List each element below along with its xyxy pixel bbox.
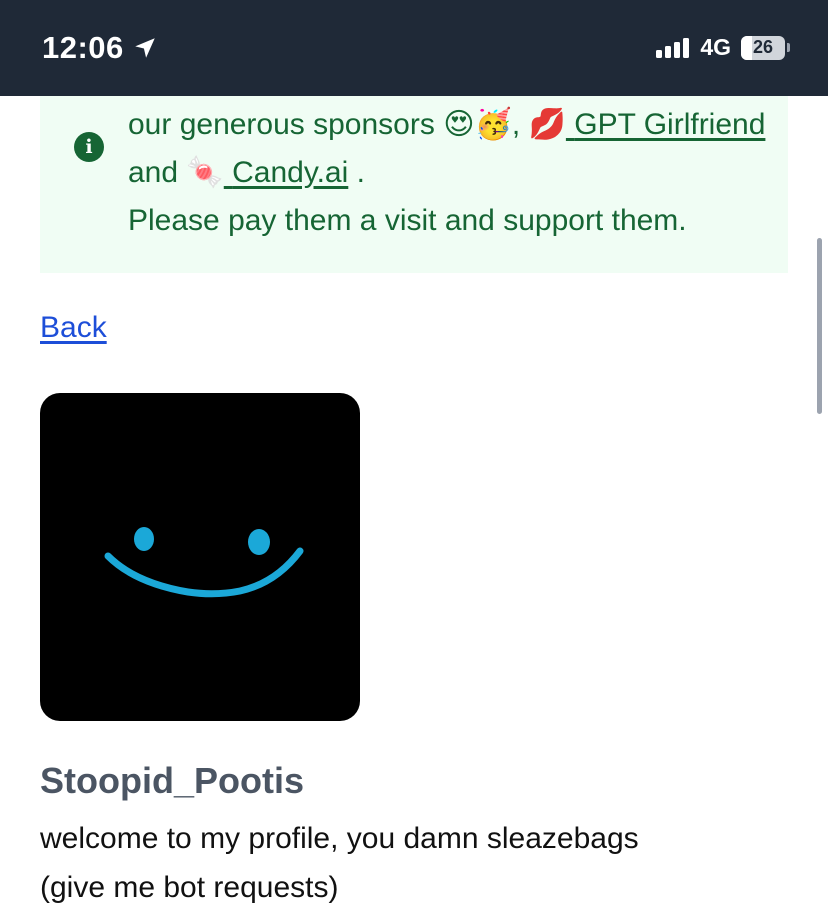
smiley-face-icon xyxy=(104,527,304,598)
notice-comma: , xyxy=(511,108,521,141)
network-label: 4G xyxy=(700,34,731,60)
notice-and: and xyxy=(128,156,179,189)
battery-fill xyxy=(741,35,753,60)
time-label: 12:06 xyxy=(42,30,124,65)
sponsor-link-gpt-girlfriend[interactable]: 💋 GPT Girlfriend xyxy=(529,108,766,141)
battery-level: 26 xyxy=(752,37,774,57)
battery-cap xyxy=(787,43,790,52)
sponsor2-name: Candy.ai xyxy=(232,156,349,189)
status-time: 12:06 xyxy=(42,30,158,66)
battery-icon: 26 xyxy=(741,35,785,60)
party-face-emoji: 🥳 xyxy=(474,108,512,141)
kiss-mark-emoji: 💋 xyxy=(528,108,566,141)
sponsor-notice: i our generous sponsors 😍🥳, 💋 GPT Girlfr… xyxy=(40,96,788,273)
notice-line1: our generous sponsors xyxy=(128,108,435,141)
signal-icon xyxy=(656,37,692,58)
candy-emoji: 🍬 xyxy=(186,156,224,189)
location-arrow-icon xyxy=(135,38,155,58)
bio-line-1: welcome to my profile, you damn sleazeba… xyxy=(40,822,639,855)
status-bar: 12:06 4G 26 xyxy=(0,0,828,96)
scrollbar[interactable] xyxy=(817,238,822,414)
notice-period: . xyxy=(356,156,365,189)
heart-eyes-emoji: 😍 xyxy=(443,108,475,141)
bio-line-2: (give me bot requests) xyxy=(40,871,339,904)
status-indicators: 4G 26 xyxy=(656,34,790,61)
profile-bio: welcome to my profile, you damn sleazeba… xyxy=(40,814,800,912)
smiley-face-avatar xyxy=(40,393,360,721)
notice-text: our generous sponsors 😍🥳, 💋 GPT Girlfrie… xyxy=(128,101,768,245)
info-icon: i xyxy=(74,132,104,162)
sponsor1-name: GPT Girlfriend xyxy=(574,108,766,141)
back-link[interactable]: Back xyxy=(40,311,107,345)
profile-username: Stoopid_Pootis xyxy=(40,760,304,801)
page-content: i our generous sponsors 😍🥳, 💋 GPT Girlfr… xyxy=(0,96,828,916)
sponsor-link-candy-ai[interactable]: 🍬 Candy.ai xyxy=(186,156,348,189)
notice-line3: Please pay them a visit and support them… xyxy=(128,204,687,237)
